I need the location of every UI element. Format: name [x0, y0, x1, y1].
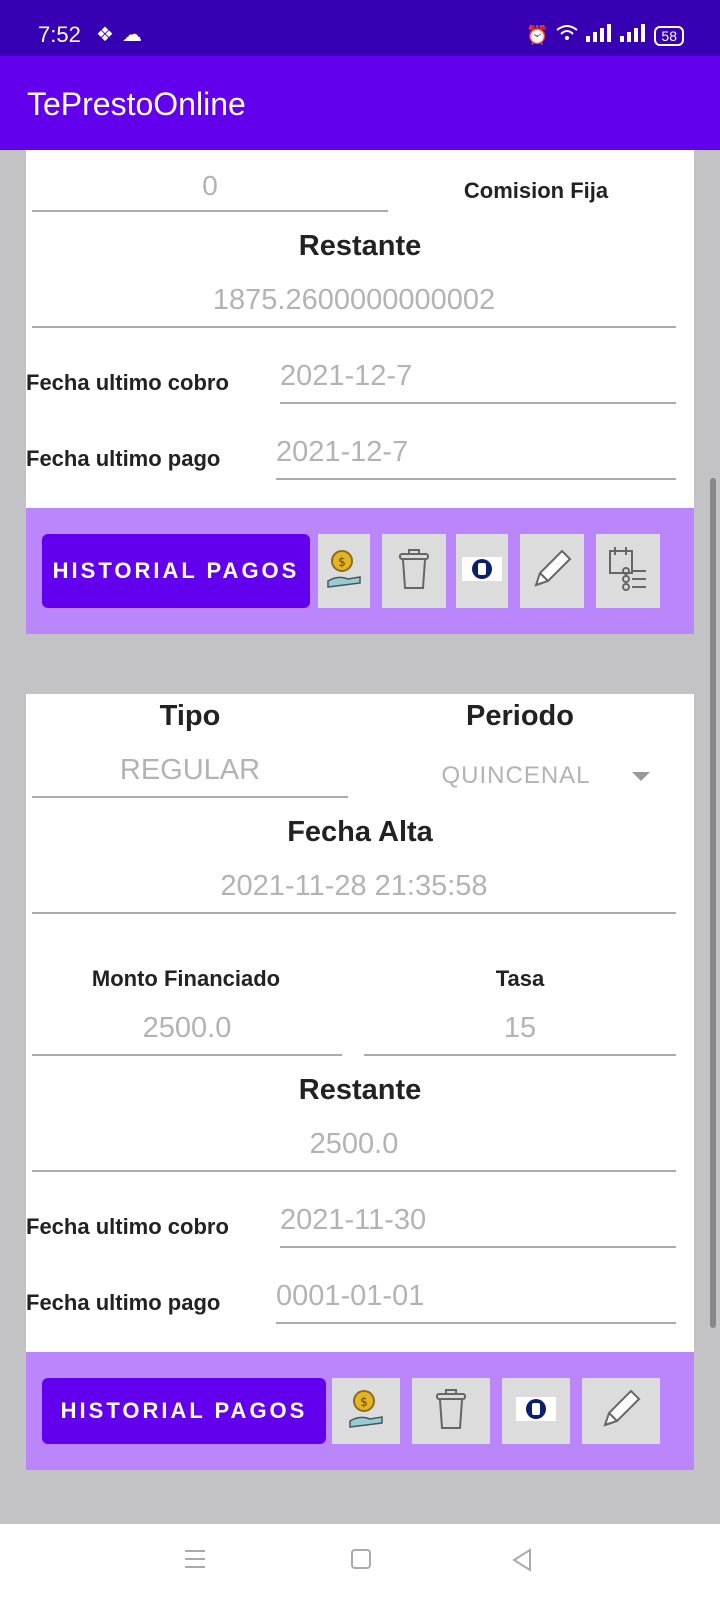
- financed-amount-field[interactable]: 2500.0: [32, 1012, 342, 1056]
- period-dropdown[interactable]: QUINCENAL: [386, 762, 646, 790]
- trash-icon: [434, 1388, 468, 1435]
- remaining-label: Restante: [298, 1074, 422, 1106]
- battery-icon: 58: [654, 25, 684, 46]
- last-charge-label: Fecha ultimo cobro: [26, 1214, 229, 1239]
- remaining-label: Restante: [298, 230, 422, 262]
- back-icon[interactable]: [510, 1548, 534, 1577]
- type-label: Tipo: [159, 700, 221, 732]
- payment-icon: $: [346, 1387, 386, 1436]
- period-label: Periodo: [466, 700, 574, 732]
- status-notification-icons: ❖ ☁: [96, 22, 142, 47]
- pencil-icon: [530, 547, 574, 596]
- payment-button[interactable]: $: [318, 534, 370, 608]
- edit-button[interactable]: [520, 534, 584, 608]
- last-payment-field[interactable]: 2021-12-7: [276, 436, 676, 480]
- rate-label: Tasa: [495, 966, 545, 991]
- last-payment-field[interactable]: 0001-01-01: [276, 1280, 676, 1324]
- scrollbar[interactable]: [710, 478, 716, 1328]
- cloud-icon: ☁: [121, 24, 142, 46]
- loan-list[interactable]: 0 Comision Fija Restante 1875.2600000000…: [0, 150, 720, 1524]
- schedule-list-icon: [606, 545, 650, 598]
- card-action-bar: HISTORIAL PAGOS $: [26, 1352, 694, 1470]
- date-created-field[interactable]: 2021-11-28 21:35:58: [32, 870, 676, 914]
- remaining-field[interactable]: 1875.2600000000002: [32, 284, 676, 328]
- alarm-icon: ⏰: [526, 25, 549, 45]
- last-charge-field[interactable]: 2021-12-7: [280, 360, 676, 404]
- type-field[interactable]: REGULAR: [32, 754, 348, 798]
- svg-text:$: $: [360, 1395, 368, 1409]
- financed-amount-label: Monto Financiado: [91, 966, 281, 991]
- last-payment-label: Fecha ultimo pago: [26, 1290, 221, 1315]
- signal-icon-2: [620, 24, 646, 47]
- loan-card: Tipo Periodo REGULAR QUINCENAL Fecha Alt…: [26, 694, 694, 1470]
- schedule-button[interactable]: [596, 534, 660, 608]
- record-icon: [462, 555, 502, 588]
- system-nav-bar: [0, 1524, 720, 1600]
- date-created-label: Fecha Alta: [287, 816, 433, 848]
- payment-icon: $: [324, 547, 364, 596]
- status-bar: 7:52 ❖ ☁ ⏰ 58: [0, 0, 720, 56]
- wifi-icon: [556, 24, 579, 47]
- commission-label: Comision Fija: [463, 178, 609, 203]
- remaining-field[interactable]: 2500.0: [32, 1128, 676, 1172]
- rate-field[interactable]: 15: [364, 1012, 676, 1056]
- status-system-icons: ⏰ 58: [526, 24, 684, 47]
- last-payment-label: Fecha ultimo pago: [26, 446, 221, 471]
- status-time: 7:52: [38, 22, 81, 47]
- delete-button[interactable]: [382, 534, 446, 608]
- record-button[interactable]: [456, 534, 508, 608]
- commission-field[interactable]: 0: [32, 170, 388, 212]
- record-button[interactable]: [502, 1378, 570, 1444]
- pencil-icon: [599, 1387, 643, 1436]
- delete-button[interactable]: [412, 1378, 490, 1444]
- signal-icon: [586, 24, 612, 47]
- edit-button[interactable]: [582, 1378, 660, 1444]
- home-icon[interactable]: [350, 1548, 372, 1575]
- puzzle-icon: ❖: [96, 24, 114, 46]
- history-payments-button[interactable]: HISTORIAL PAGOS: [42, 1378, 326, 1444]
- app-bar: TePrestoOnline: [0, 56, 720, 150]
- last-charge-field[interactable]: 2021-11-30: [280, 1204, 676, 1248]
- last-charge-label: Fecha ultimo cobro: [26, 370, 229, 395]
- record-icon: [516, 1395, 556, 1428]
- history-payments-button[interactable]: HISTORIAL PAGOS: [42, 534, 310, 608]
- card-action-bar: HISTORIAL PAGOS $: [26, 508, 694, 634]
- payment-button[interactable]: $: [332, 1378, 400, 1444]
- menu-icon[interactable]: [183, 1548, 207, 1575]
- trash-icon: [397, 548, 431, 595]
- app-title: TePrestoOnline: [27, 86, 246, 122]
- loan-card: 0 Comision Fija Restante 1875.2600000000…: [26, 150, 694, 634]
- svg-text:$: $: [338, 555, 346, 569]
- chevron-down-icon[interactable]: [632, 772, 650, 781]
